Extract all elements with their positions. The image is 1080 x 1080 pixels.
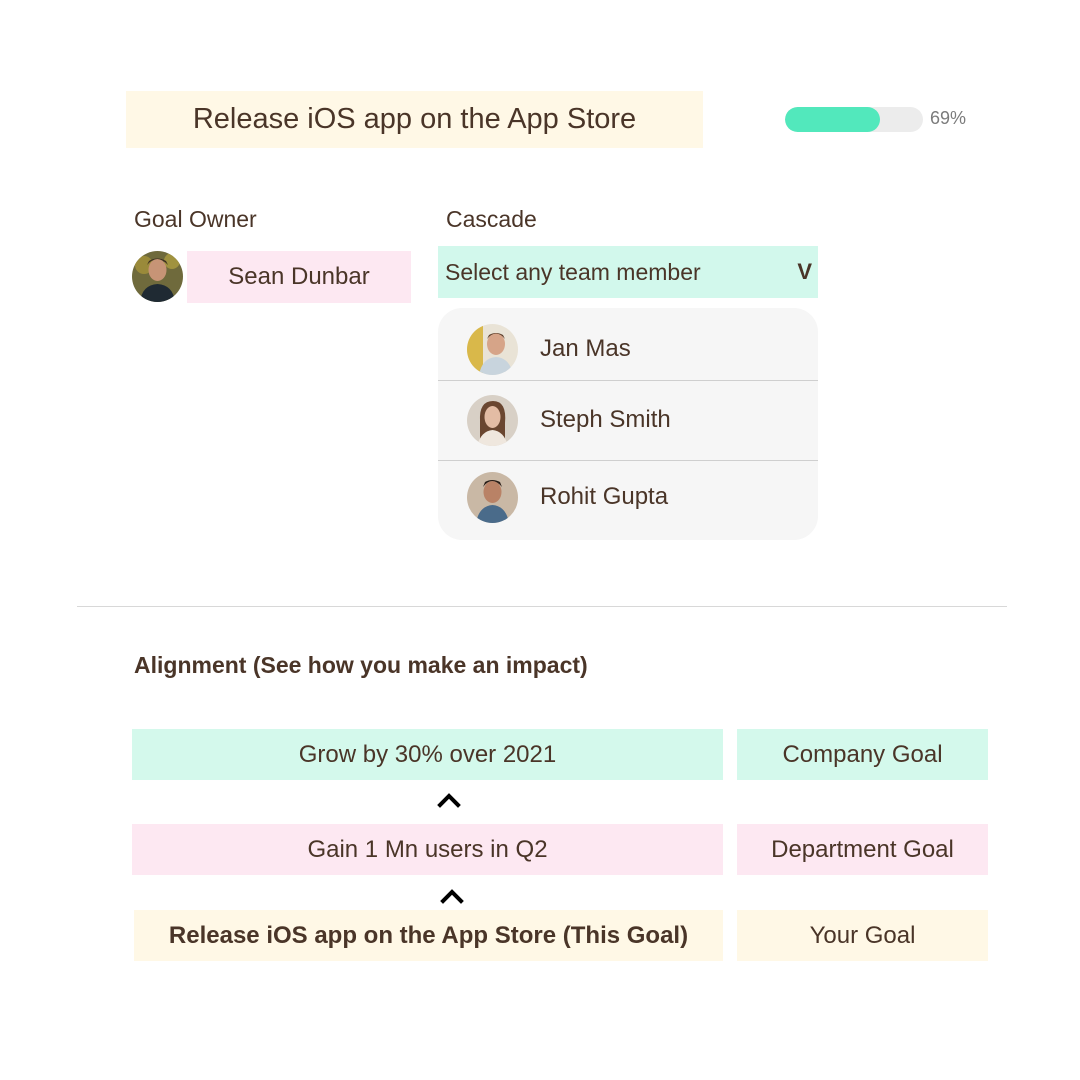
dropdown-item-member[interactable]: Steph Smith [438,394,818,446]
your-goal-tag: Your Goal [737,910,988,961]
company-goal-tag: Company Goal [737,729,988,780]
chevron-up-icon [440,883,464,912]
owner-avatar [132,251,183,302]
member-avatar [467,323,518,375]
member-avatar [467,471,518,523]
your-goal-box[interactable]: Release iOS app on the App Store (This G… [134,910,723,961]
dropdown-divider [438,460,818,461]
goal-owner-label: Goal Owner [134,206,257,232]
goal-title: Release iOS app on the App Store [126,91,703,148]
progress-percent: 69% [930,108,967,128]
member-name: Jan Mas [540,335,631,362]
dropdown-item-member[interactable]: Jan Mas [438,317,818,381]
cascade-placeholder: Select any team member [445,258,701,285]
dropdown-item-member[interactable]: Rohit Gupta [438,471,818,523]
chevron-down-icon[interactable]: V [797,259,812,285]
company-goal-box[interactable]: Grow by 30% over 2021 [132,729,723,780]
alignment-title: Alignment (See how you make an impact) [134,652,588,678]
member-avatar [467,394,518,446]
member-name: Rohit Gupta [540,483,669,510]
dropdown-divider [438,380,818,381]
cascade-label: Cascade [446,206,537,232]
cascade-select[interactable]: Select any team member V [438,246,818,298]
member-name: Steph Smith [540,406,671,433]
progress-bar-fill [785,107,881,132]
section-divider [77,606,1007,607]
department-goal-box[interactable]: Gain 1 Mn users in Q2 [132,824,723,875]
chevron-up-icon [437,787,461,816]
progress-bar [785,107,923,132]
owner-name-chip[interactable]: Sean Dunbar [187,251,411,303]
team-member-dropdown: Jan Mas Steph Smith Rohit Gupta [438,308,818,540]
department-goal-tag: Department Goal [737,824,988,875]
